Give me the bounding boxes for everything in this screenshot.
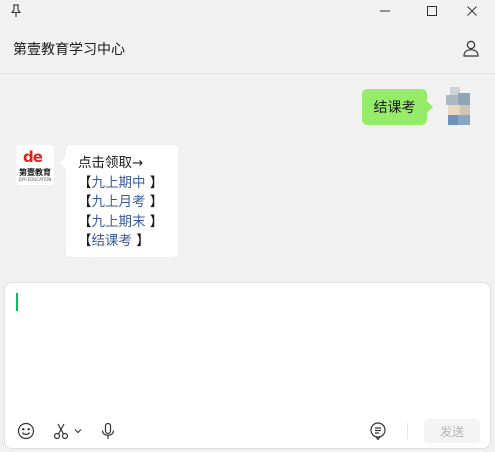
send-button[interactable]: 发送 <box>424 419 480 443</box>
bot-message-bubble: 点击领取→ 【九上期中 】 【九上月考 】 【九上期末 】 【结课考 】 <box>60 145 178 257</box>
pin-icon[interactable] <box>8 3 24 19</box>
emoji-icon[interactable] <box>16 421 36 441</box>
message-list[interactable]: 结课考 de 第壹教育 DIYI EDUCATION 点击领取→ 【九上期中 】… <box>0 75 495 280</box>
text-cursor <box>16 293 18 311</box>
list-item: 【九上期末 】 <box>78 213 164 230</box>
profile-icon[interactable] <box>462 39 480 57</box>
chat-header: 第壹教育学习中心 <box>0 22 495 74</box>
chat-title: 第壹教育学习中心 <box>13 42 125 58</box>
my-message-bubble[interactable]: 结课考 <box>362 89 433 125</box>
user-avatar[interactable] <box>442 87 476 127</box>
logo-subtext: DIYI EDUCATION <box>18 177 52 182</box>
link-course-exam[interactable]: 结课考 <box>92 233 133 249</box>
list-item: 【九上期中 】 <box>78 174 164 191</box>
message-text: 结课考 <box>373 100 416 116</box>
logo-mark: de <box>23 148 43 166</box>
message-intro: 点击领取→ <box>78 155 144 171</box>
scissors-icon[interactable] <box>51 421 71 441</box>
microphone-icon[interactable] <box>98 421 118 441</box>
chat-history-icon[interactable] <box>368 421 388 441</box>
link-monthly-exam[interactable]: 九上月考 <box>92 194 146 210</box>
toolbar-divider <box>407 423 408 439</box>
list-item: 【结课考 】 <box>78 233 150 249</box>
minimize-icon[interactable] <box>362 0 408 22</box>
title-bar <box>0 0 495 22</box>
chevron-down-icon[interactable] <box>72 421 84 441</box>
list-item: 【九上月考 】 <box>78 194 164 210</box>
link-final-exam[interactable]: 九上期末 <box>92 214 146 230</box>
message-composer[interactable]: 发送 <box>4 282 491 449</box>
link-midterm[interactable]: 九上期中 <box>92 175 146 191</box>
bot-avatar[interactable]: de 第壹教育 DIYI EDUCATION <box>16 145 54 185</box>
close-icon[interactable] <box>449 0 495 22</box>
